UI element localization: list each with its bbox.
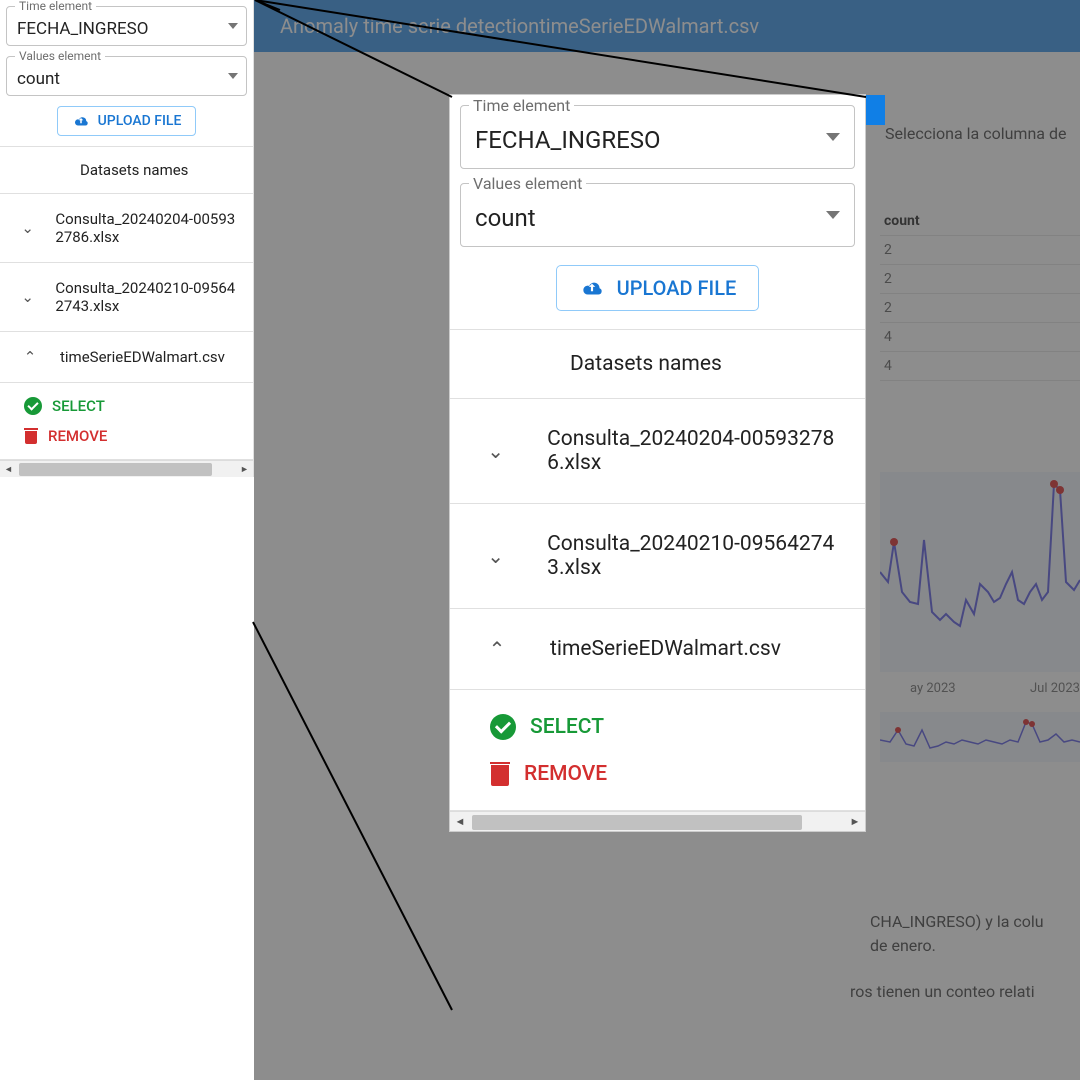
datasets-heading: Datasets names xyxy=(0,147,253,194)
values-element-value: count xyxy=(17,69,236,89)
upload-file-button[interactable]: UPLOAD FILE xyxy=(57,106,197,136)
cloud-upload-icon xyxy=(579,278,605,298)
trash-icon xyxy=(24,428,38,444)
time-element-value: FECHA_INGRESO xyxy=(17,19,236,39)
remove-label: REMOVE xyxy=(48,427,107,445)
time-element-label: Time element xyxy=(15,0,96,13)
remove-button[interactable]: REMOVE xyxy=(24,427,253,445)
chevron-up-icon: ⌃ xyxy=(484,637,510,661)
check-circle-icon xyxy=(490,714,516,740)
values-element-label: Values element xyxy=(15,49,105,63)
chevron-up-icon: ⌃ xyxy=(20,348,40,366)
trash-icon xyxy=(490,762,510,786)
remove-button[interactable]: REMOVE xyxy=(490,762,865,786)
dataset-item-expanded[interactable]: ⌃ timeSerieEDWalmart.csv xyxy=(0,332,253,383)
chevron-down-icon: ⌄ xyxy=(484,544,507,568)
horizontal-scrollbar[interactable]: ◄ ► xyxy=(0,460,253,477)
app-root: Anomaly time serie detectiontimeSerieEDW… xyxy=(0,0,1080,1080)
datasets-heading: Datasets names xyxy=(450,330,865,399)
remove-label: REMOVE xyxy=(524,762,607,786)
values-element-value: count xyxy=(475,204,840,232)
values-element-select[interactable]: Values element count xyxy=(460,183,855,247)
select-button[interactable]: SELECT xyxy=(490,714,865,740)
scroll-right-icon[interactable]: ► xyxy=(845,812,865,832)
dataset-actions: SELECT REMOVE xyxy=(0,383,253,460)
dataset-actions: SELECT REMOVE xyxy=(450,690,865,811)
scrollbar-thumb[interactable] xyxy=(19,463,212,476)
dataset-name: Consulta_20240210-095642743.xlsx xyxy=(547,532,851,580)
chevron-down-icon: ⌄ xyxy=(20,219,35,237)
upload-row: UPLOAD FILE xyxy=(450,247,865,330)
check-circle-icon xyxy=(24,397,42,415)
select-button[interactable]: SELECT xyxy=(24,397,253,415)
scroll-left-icon[interactable]: ◄ xyxy=(0,461,17,478)
scroll-right-icon[interactable]: ► xyxy=(236,461,253,478)
chevron-down-icon xyxy=(826,211,840,219)
dataset-name: Consulta_20240204-005932786.xlsx xyxy=(547,427,851,475)
upload-file-button[interactable]: UPLOAD FILE xyxy=(556,265,760,311)
sidebar: Time element FECHA_INGRESO Values elemen… xyxy=(0,0,254,477)
upload-label: UPLOAD FILE xyxy=(98,113,182,129)
sidebar-zoomed: Time element FECHA_INGRESO Values elemen… xyxy=(450,95,865,831)
upload-label: UPLOAD FILE xyxy=(617,276,737,300)
horizontal-scrollbar[interactable]: ◄ ► xyxy=(450,811,865,831)
dataset-item[interactable]: ⌄ Consulta_20240210-095642743.xlsx xyxy=(0,263,253,332)
time-element-select[interactable]: Time element FECHA_INGRESO xyxy=(6,6,247,46)
values-element-select[interactable]: Values element count xyxy=(6,56,247,96)
dataset-name: Consulta_20240210-095642743.xlsx xyxy=(55,279,243,315)
chevron-down-icon: ⌄ xyxy=(20,288,35,306)
scroll-left-icon[interactable]: ◄ xyxy=(450,812,470,832)
time-element-select[interactable]: Time element FECHA_INGRESO xyxy=(460,105,855,169)
chevron-down-icon: ⌄ xyxy=(484,439,507,463)
select-label: SELECT xyxy=(530,715,604,739)
dataset-item[interactable]: ⌄ Consulta_20240204-005932786.xlsx xyxy=(0,194,253,263)
dataset-name: Consulta_20240204-005932786.xlsx xyxy=(55,210,243,246)
values-element-label: Values element xyxy=(469,174,586,193)
time-element-value: FECHA_INGRESO xyxy=(475,126,840,154)
scrollbar-track[interactable] xyxy=(470,813,845,830)
dataset-item[interactable]: ⌄ Consulta_20240210-095642743.xlsx xyxy=(450,504,865,609)
chevron-down-icon xyxy=(228,73,238,79)
chevron-down-icon xyxy=(826,133,840,141)
upload-row: UPLOAD FILE xyxy=(0,96,253,147)
select-label: SELECT xyxy=(52,397,105,415)
chevron-down-icon xyxy=(228,23,238,29)
scrollbar-track[interactable] xyxy=(17,461,236,478)
dataset-name: timeSerieEDWalmart.csv xyxy=(550,637,781,661)
dataset-item-expanded[interactable]: ⌃ timeSerieEDWalmart.csv xyxy=(450,609,865,690)
dataset-item[interactable]: ⌄ Consulta_20240204-005932786.xlsx xyxy=(450,399,865,504)
dataset-name: timeSerieEDWalmart.csv xyxy=(60,348,225,366)
cloud-upload-icon xyxy=(72,114,90,128)
scrollbar-thumb[interactable] xyxy=(472,815,802,830)
time-element-label: Time element xyxy=(469,96,574,115)
